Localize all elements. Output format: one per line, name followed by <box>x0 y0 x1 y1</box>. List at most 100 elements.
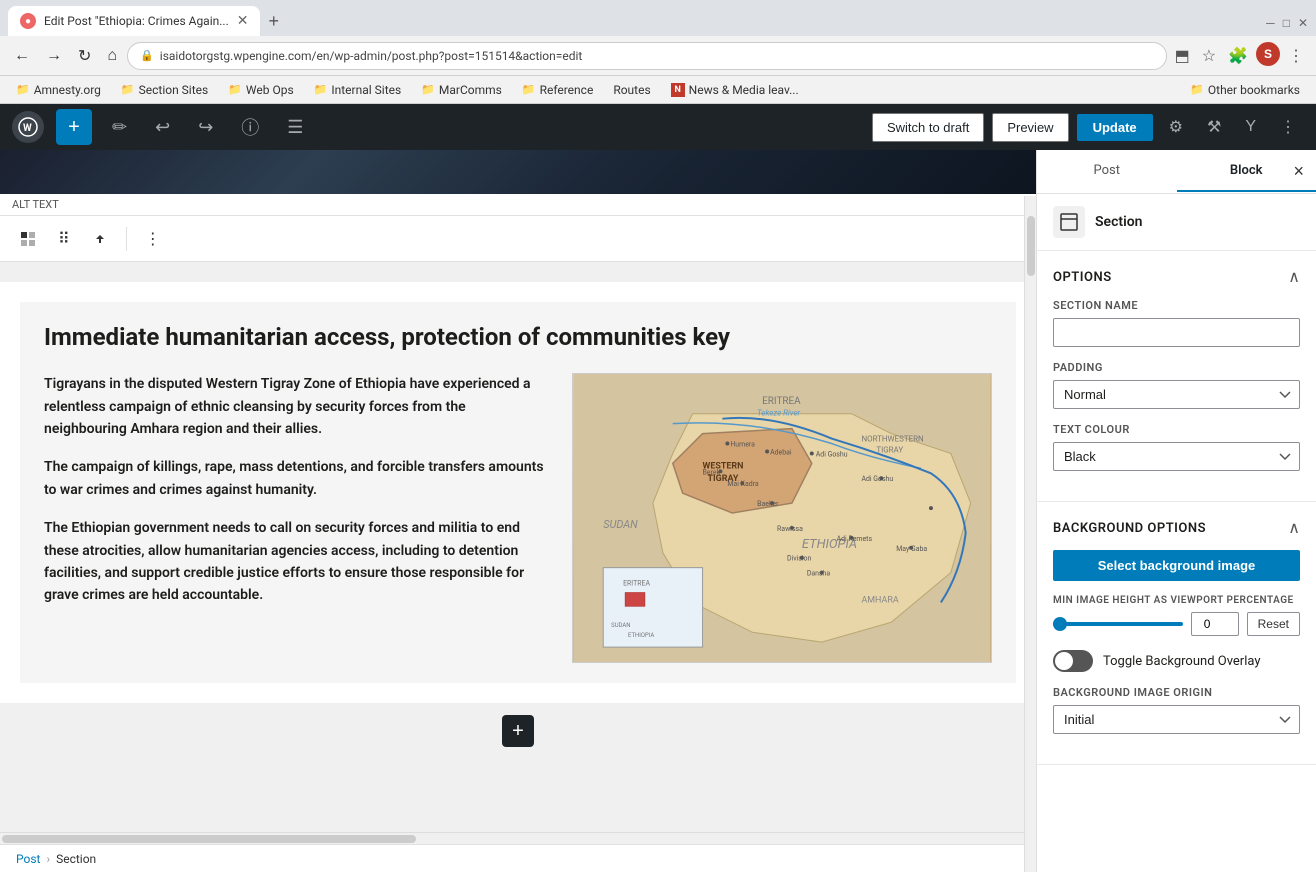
bookmark-reference[interactable]: 📁 Reference <box>514 81 601 99</box>
folder-icon: 📁 <box>421 83 435 96</box>
add-block-inline-button[interactable]: + <box>502 715 534 747</box>
scrollbar-thumb[interactable] <box>2 835 416 843</box>
bg-origin-label: BACKGROUND IMAGE ORIGIN <box>1053 686 1300 699</box>
forward-button[interactable]: → <box>40 43 68 69</box>
bookmark-section-sites[interactable]: 📁 Section Sites <box>113 81 216 99</box>
svg-text:Berek: Berek <box>703 468 721 476</box>
article-paragraph-2[interactable]: The campaign of killings, rape, mass det… <box>44 456 548 501</box>
tab-close-button[interactable]: ✕ <box>237 13 249 29</box>
tab-post[interactable]: Post <box>1037 151 1177 192</box>
bookmark-routes[interactable]: Routes <box>605 81 658 99</box>
reload-button[interactable]: ↻ <box>72 42 97 70</box>
minimize-icon[interactable]: ─ <box>1266 16 1275 30</box>
viewport-height-row: Reset <box>1053 612 1300 636</box>
undo-button[interactable]: ↩ <box>147 113 178 142</box>
switch-to-draft-button[interactable]: Switch to draft <box>872 113 984 142</box>
vertical-scrollbar-thumb[interactable] <box>1027 216 1035 276</box>
article-title[interactable]: Immediate humanitarian access, protectio… <box>44 322 992 353</box>
section-content: Immediate humanitarian access, protectio… <box>20 302 1016 683</box>
svg-text:Dansha: Dansha <box>807 570 831 578</box>
horizontal-scrollbar[interactable] <box>0 832 1036 844</box>
toggle-overlay-row: Toggle Background Overlay <box>1053 650 1300 672</box>
bookmark-star-icon[interactable]: ☆ <box>1198 42 1220 70</box>
bookmark-label: News & Media leav... <box>689 83 799 97</box>
bookmark-other[interactable]: 📁 Other bookmarks <box>1182 81 1308 99</box>
home-button[interactable]: ⌂ <box>101 43 123 69</box>
article-paragraph-3[interactable]: The Ethiopian government needs to call o… <box>44 517 548 607</box>
section-name-input[interactable] <box>1053 318 1300 347</box>
svg-text:SUDAN: SUDAN <box>603 518 638 531</box>
back-button[interactable]: ← <box>8 43 36 69</box>
edit-mode-button[interactable]: ✏ <box>104 113 135 142</box>
bookmark-amnesty[interactable]: 📁 Amnesty.org <box>8 81 109 99</box>
preview-button[interactable]: Preview <box>992 113 1068 142</box>
height-input[interactable] <box>1191 612 1239 636</box>
bookmarks-bar: 📁 Amnesty.org 📁 Section Sites 📁 Web Ops … <box>0 76 1316 104</box>
svg-text:TIGRAY: TIGRAY <box>876 446 903 455</box>
svg-text:Mai Kadra: Mai Kadra <box>727 480 758 488</box>
address-bar[interactable]: 🔒 isaidotorgstg.wpengine.com/en/wp-admin… <box>127 42 1167 70</box>
bookmark-news-media[interactable]: N News & Media leav... <box>663 81 807 99</box>
wp-logo[interactable]: W <box>12 111 44 143</box>
tab-favicon: ● <box>20 13 36 29</box>
article-paragraph-1[interactable]: Tigrayans in the disputed Western Tigray… <box>44 373 548 440</box>
yoast-icon[interactable]: Y <box>1237 114 1264 140</box>
cast-icon[interactable]: ⬒ <box>1171 42 1194 70</box>
slider-thumb[interactable] <box>1053 617 1067 631</box>
extensions-icon[interactable]: 🧩 <box>1224 42 1252 70</box>
active-browser-tab[interactable]: ● Edit Post "Ethiopia: Crimes Again... ✕ <box>8 6 260 36</box>
update-button[interactable]: Update <box>1077 114 1153 141</box>
chrome-menu-icon[interactable]: ⋮ <box>1284 42 1308 70</box>
list-view-button[interactable]: ☰ <box>279 113 311 142</box>
options-collapse-button[interactable]: ∧ <box>1288 267 1300 287</box>
restore-icon[interactable]: □ <box>1283 16 1290 30</box>
bookmark-internal-sites[interactable]: 📁 Internal Sites <box>306 81 410 99</box>
header-image-block[interactable] <box>0 150 1036 194</box>
editor-canvas[interactable]: Immediate humanitarian access, protectio… <box>0 262 1036 832</box>
select-bg-field: Select background image <box>1053 550 1300 581</box>
more-menu-button[interactable]: ⋮ <box>1272 113 1304 141</box>
vertical-scrollbar[interactable] <box>1024 196 1036 872</box>
bg-options-collapse-button[interactable]: ∧ <box>1288 518 1300 538</box>
tools-icon[interactable]: ⚒ <box>1199 113 1229 141</box>
svg-text:Baeker: Baeker <box>757 500 779 508</box>
bookmark-marcomms[interactable]: 📁 MarComms <box>413 81 510 99</box>
article-text: Tigrayans in the disputed Western Tigray… <box>44 373 548 663</box>
options-button[interactable]: ⋮ <box>137 223 169 255</box>
block-type-switcher[interactable] <box>12 225 44 253</box>
padding-field: PADDING Normal Small Large None <box>1053 361 1300 409</box>
options-section: Options ∧ SECTION NAME PADDING N <box>1037 251 1316 502</box>
padding-label: PADDING <box>1053 361 1300 374</box>
select-background-image-button[interactable]: Select background image <box>1053 550 1300 581</box>
height-slider[interactable] <box>1053 622 1183 626</box>
close-icon[interactable]: ✕ <box>1298 16 1308 30</box>
info-button[interactable]: ⓘ <box>233 110 267 144</box>
svg-text:ETHIOPIA: ETHIOPIA <box>628 632 654 639</box>
toggle-overlay-switch[interactable] <box>1053 650 1093 672</box>
breadcrumb-section-label: Section <box>56 852 96 866</box>
editor-inner: ALT TEXT ⠿ ⋮ <box>0 150 1316 872</box>
bg-options-header: Background Options ∧ <box>1053 518 1300 538</box>
svg-text:Humera: Humera <box>730 441 755 449</box>
svg-text:Adi Goshu: Adi Goshu <box>816 451 848 459</box>
sidebar-close-button[interactable]: × <box>1289 157 1308 186</box>
padding-select[interactable]: Normal Small Large None <box>1053 380 1300 409</box>
nav-actions: ⬒ ☆ 🧩 S ⋮ <box>1171 42 1308 70</box>
profile-icon[interactable]: S <box>1256 42 1280 66</box>
header-image-content <box>0 150 1036 194</box>
bg-origin-select[interactable]: Initial Center Top Bottom <box>1053 705 1300 734</box>
svg-text:SUDAN: SUDAN <box>611 622 630 629</box>
text-colour-select[interactable]: Black White <box>1053 442 1300 471</box>
reset-height-button[interactable]: Reset <box>1247 612 1300 636</box>
drag-handle[interactable]: ⠿ <box>50 223 78 255</box>
bg-origin-field: BACKGROUND IMAGE ORIGIN Initial Center T… <box>1053 686 1300 734</box>
breadcrumb-post-link[interactable]: Post <box>16 852 40 866</box>
alt-text-label: ALT TEXT <box>12 198 59 211</box>
svg-text:Adi Goshu: Adi Goshu <box>861 475 893 483</box>
bookmark-web-ops[interactable]: 📁 Web Ops <box>220 81 301 99</box>
settings-icon[interactable]: ⚙ <box>1161 113 1191 141</box>
move-up-button[interactable] <box>84 225 116 253</box>
add-block-button[interactable]: + <box>56 109 92 145</box>
new-tab-button[interactable]: + <box>260 11 287 32</box>
redo-button[interactable]: ↪ <box>190 113 221 142</box>
